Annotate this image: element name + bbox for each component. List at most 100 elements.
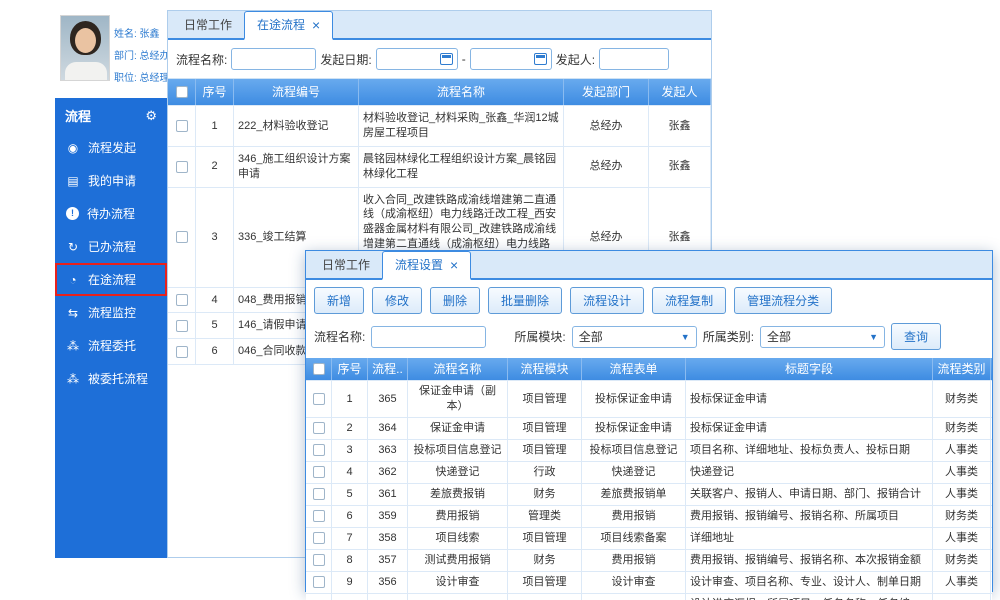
table-cell: 投标保证金申请 xyxy=(582,381,686,417)
category-select[interactable]: 全部 ▼ xyxy=(760,326,885,348)
process-copy-button[interactable]: 流程复制 xyxy=(652,287,726,314)
add-button[interactable]: 新增 xyxy=(314,287,364,314)
row-checkbox[interactable] xyxy=(313,466,325,478)
sidebar-item-label: 已办流程 xyxy=(88,238,136,255)
delete-button[interactable]: 删除 xyxy=(430,287,480,314)
table-cell: 财务类 xyxy=(933,506,991,527)
back-tabbar: 日常工作在途流程× xyxy=(168,11,711,40)
table-row[interactable]: 4362快递登记行政快递登记快递登记人事类 xyxy=(306,462,992,484)
end-date-input[interactable] xyxy=(470,48,552,70)
table-cell: 项目管理 xyxy=(933,594,991,600)
toolbar: 新增修改删除批量删除流程设计流程复制管理流程分类 xyxy=(306,280,992,319)
table-row[interactable]: 2346_施工组织设计方案申请晨铭园林绿化工程组织设计方案_晨铭园林绿化工程总经… xyxy=(168,147,711,188)
close-tab-icon[interactable]: × xyxy=(312,18,320,32)
table-row[interactable]: 1222_材料验收登记材料验收登记_材料采购_张鑫_华润12城房屋工程项目总经办… xyxy=(168,106,711,147)
select-all-checkbox[interactable] xyxy=(313,363,325,375)
date-separator: - xyxy=(462,52,466,66)
sidebar-item-todo[interactable]: !待办流程 xyxy=(55,197,167,230)
row-checkbox[interactable] xyxy=(313,422,325,434)
table-cell: 测试费用报销 xyxy=(408,550,508,571)
tab-daily-work[interactable]: 日常工作 xyxy=(172,12,244,38)
row-checkbox[interactable] xyxy=(176,294,188,306)
row-checkbox[interactable] xyxy=(176,320,188,332)
table-row[interactable]: 6359费用报销管理类费用报销费用报销、报销编号、报销名称、所属项目财务类 xyxy=(306,506,992,528)
sidebar-item-label: 我的申请 xyxy=(88,172,136,189)
row-checkbox[interactable] xyxy=(176,346,188,358)
process-design-button[interactable]: 流程设计 xyxy=(570,287,644,314)
table-cell: 设计审查、项目名称、专业、设计人、制单日期 xyxy=(686,572,933,593)
calendar-icon[interactable] xyxy=(534,53,547,65)
table-cell: 3 xyxy=(196,188,234,287)
table-cell: 人事类 xyxy=(933,484,991,505)
column-header: 流程名称 xyxy=(359,79,564,105)
table-row[interactable]: 9356设计审查项目管理设计审查设计审查、项目名称、专业、设计人、制单日期人事类 xyxy=(306,572,992,594)
initiator-input[interactable] xyxy=(599,48,669,70)
table-cell: 项目管理 xyxy=(508,594,582,600)
row-checkbox[interactable] xyxy=(313,510,325,522)
broadcast-icon: ◉ xyxy=(66,141,80,155)
back-filterbar: 流程名称: 发起日期: - 发起人: xyxy=(168,40,711,79)
sidebar-item-in-transit[interactable]: ◔在途流程 xyxy=(55,263,167,296)
process-name-input[interactable] xyxy=(371,326,486,348)
checkbox-cell xyxy=(306,462,332,483)
table-cell: 4 xyxy=(332,462,368,483)
row-checkbox[interactable] xyxy=(176,161,188,173)
row-checkbox[interactable] xyxy=(313,554,325,566)
tab-process-settings[interactable]: 流程设置× xyxy=(382,251,471,280)
sidebar-item-my-applications[interactable]: ▤我的申请 xyxy=(55,164,167,197)
sidebar-item-monitor[interactable]: ⇆流程监控 xyxy=(55,296,167,329)
gear-icon[interactable]: ⚙ xyxy=(145,108,157,124)
row-checkbox[interactable] xyxy=(176,231,188,243)
table-row[interactable]: 7358项目线索项目管理项目线索备案详细地址人事类 xyxy=(306,528,992,550)
table-header-row: 序号流程编号流程名称发起部门发起人 xyxy=(168,79,711,106)
batch-delete-button[interactable]: 批量删除 xyxy=(488,287,562,314)
sidebar-item-delegate[interactable]: ⁂流程委托 xyxy=(55,329,167,362)
row-checkbox[interactable] xyxy=(313,488,325,500)
process-name-label: 流程名称: xyxy=(176,51,227,68)
table-row[interactable]: 1365保证金申请（副本）项目管理投标保证金申请投标保证金申请财务类 xyxy=(306,381,992,418)
sidebar-item-delegated[interactable]: ⁂被委托流程 xyxy=(55,362,167,395)
refresh-icon: ↻ xyxy=(66,240,80,254)
table-row[interactable]: 10355设计进度汇报项目管理设计进度汇报设计进度汇报、所属项目、任务名称、任务… xyxy=(306,594,992,600)
row-checkbox[interactable] xyxy=(313,576,325,588)
table-cell: 356 xyxy=(368,572,408,593)
chevron-down-icon: ▼ xyxy=(869,332,878,342)
checkbox-cell xyxy=(306,418,332,439)
table-cell: 投标保证金申请 xyxy=(686,381,933,417)
process-name-input[interactable] xyxy=(231,48,316,70)
tab-in-transit[interactable]: 在途流程× xyxy=(244,11,333,40)
table-row[interactable]: 2364保证金申请项目管理投标保证金申请投标保证金申请财务类 xyxy=(306,418,992,440)
table-cell: 费用报销 xyxy=(408,506,508,527)
table-cell: 项目管理 xyxy=(508,572,582,593)
calendar-icon[interactable] xyxy=(440,53,453,65)
column-header: 流程.. xyxy=(368,358,408,380)
sidebar-item-initiate[interactable]: ◉流程发起 xyxy=(55,131,167,164)
search-button[interactable]: 查询 xyxy=(891,323,941,350)
alert-icon: ! xyxy=(66,207,79,220)
chevron-down-icon: ▼ xyxy=(681,332,690,342)
sidebar-item-done[interactable]: ↻ 已办流程 xyxy=(55,230,167,263)
row-checkbox[interactable] xyxy=(313,393,325,405)
table-cell: 人事类 xyxy=(933,528,991,549)
tab-daily-work[interactable]: 日常工作 xyxy=(310,252,382,278)
select-all-checkbox[interactable] xyxy=(176,86,188,98)
edit-button[interactable]: 修改 xyxy=(372,287,422,314)
start-date-input[interactable] xyxy=(376,48,458,70)
module-select[interactable]: 全部 ▼ xyxy=(572,326,697,348)
row-checkbox[interactable] xyxy=(313,532,325,544)
table-row[interactable]: 5361差旅费报销财务差旅费报销单关联客户、报销人、申请日期、部门、报销合计人事… xyxy=(306,484,992,506)
profile-dept: 部门: 总经办 xyxy=(114,47,170,62)
table-cell: 快递登记 xyxy=(686,462,933,483)
table-cell: 投标保证金申请 xyxy=(686,418,933,439)
manage-categories-button[interactable]: 管理流程分类 xyxy=(734,287,832,314)
table-cell: 总经办 xyxy=(564,147,649,187)
table-cell: 346_施工组织设计方案申请 xyxy=(234,147,359,187)
row-checkbox[interactable] xyxy=(176,120,188,132)
table-row[interactable]: 8357测试费用报销财务费用报销费用报销、报销编号、报销名称、本次报销金额财务类 xyxy=(306,550,992,572)
table-cell: 6 xyxy=(332,506,368,527)
table-row[interactable]: 3363投标项目信息登记项目管理投标项目信息登记项目名称、详细地址、投标负责人、… xyxy=(306,440,992,462)
row-checkbox[interactable] xyxy=(313,444,325,456)
close-tab-icon[interactable]: × xyxy=(450,258,458,272)
sidebar-item-label: 被委托流程 xyxy=(88,370,148,387)
table-cell: 365 xyxy=(368,381,408,417)
